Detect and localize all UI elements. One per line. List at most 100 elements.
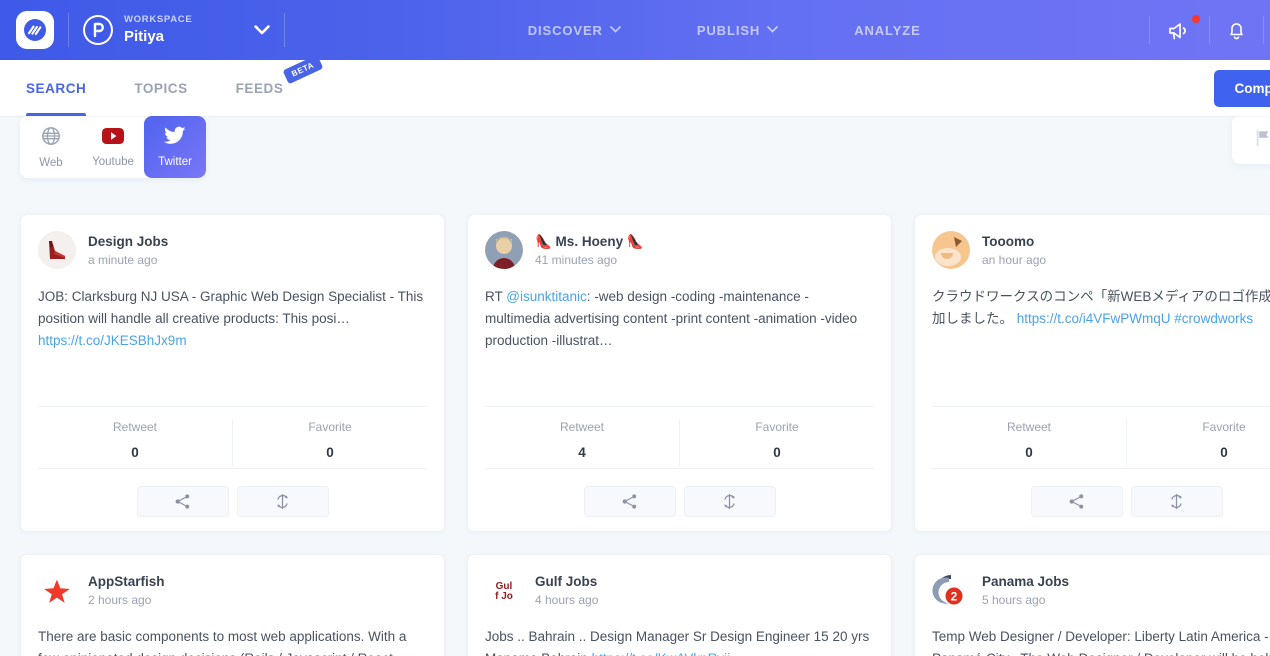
card-header: 2 Panama Jobs 5 hours ago [932, 571, 1270, 609]
source-web[interactable]: Web [20, 116, 82, 178]
stat-retweet-label: Retweet [1006, 420, 1052, 434]
stat-retweet-label: Retweet [559, 420, 605, 434]
tweet-card-grid: Design Jobs a minute ago JOB: Clarksburg… [0, 178, 1270, 656]
share-button[interactable] [136, 486, 229, 517]
stat-favorite-value: 0 [1220, 445, 1228, 460]
card-body: RT @isunktitanic: -web design -coding -m… [485, 286, 874, 406]
tweet-link[interactable]: @isunktitanic [506, 289, 587, 304]
card-timestamp: an hour ago [982, 252, 1047, 267]
tab-feeds[interactable]: FEEDS BETA [214, 54, 323, 116]
red-heel-avatar-icon [38, 231, 76, 269]
globe-icon [41, 126, 61, 151]
app-logo-icon [24, 19, 46, 41]
card-header: Design Jobs a minute ago [38, 231, 427, 269]
stat-favorite-label: Favorite [1202, 420, 1246, 434]
main-nav-links: DISCOVER PUBLISH ANALYZE [528, 23, 921, 38]
megaphone-glyph [1169, 22, 1186, 39]
starfish-avatar-icon [38, 571, 76, 609]
table-row[interactable]: Gul f Jo Gulf Jobs 4 hours ago Jobs .. B… [467, 554, 892, 656]
content-area: Web Youtube Twitter Design Jobs a minute… [0, 116, 1270, 656]
retweet-button[interactable] [236, 486, 329, 517]
workspace-selector[interactable]: WORKSPACE Pitiya [83, 14, 271, 45]
card-timestamp: a minute ago [88, 252, 158, 267]
card-author: Tooomo [982, 234, 1035, 250]
youtube-glyph [102, 127, 124, 144]
bell-icon[interactable] [1210, 20, 1263, 41]
stat-retweet-value: 0 [1025, 445, 1033, 460]
stat-favorite: Favorite 0 [679, 420, 874, 466]
tweet-link[interactable]: https://t.co/i4VFwPWmqU #crowdworks [1017, 311, 1253, 326]
flag-icon [1253, 128, 1270, 153]
nav-link-analyze[interactable]: ANALYZE [854, 23, 921, 38]
stat-favorite-value: 0 [326, 445, 334, 460]
card-body: Jobs .. Bahrain .. Design Manager Sr Des… [485, 626, 874, 656]
stat-favorite: Favorite 0 [1126, 420, 1270, 466]
card-author: Panama Jobs [982, 574, 1070, 590]
card-header: AppStarfish 2 hours ago [38, 571, 427, 609]
table-row[interactable]: AppStarfish 2 hours ago There are basic … [20, 554, 445, 656]
share-button[interactable] [583, 486, 676, 517]
share-icon [1069, 494, 1084, 509]
chevron-down-icon [609, 25, 621, 36]
tab-topics[interactable]: TOPICS [112, 60, 209, 116]
source-twitter[interactable]: Twitter [144, 116, 206, 178]
retweet-button[interactable] [683, 486, 776, 517]
avatar [932, 231, 970, 269]
stat-favorite: Favorite 0 [232, 420, 427, 466]
card-stats: Retweet 0 Favorite 0 [38, 406, 427, 466]
source-youtube[interactable]: Youtube [82, 116, 144, 178]
bell-glyph [1230, 22, 1243, 39]
stat-retweet: Retweet 0 [932, 420, 1126, 466]
card-actions [932, 468, 1270, 517]
megaphone-icon[interactable] [1150, 14, 1209, 41]
card-timestamp: 2 hours ago [88, 592, 152, 607]
retweet-icon [277, 493, 288, 510]
workspace-chevron-down-icon[interactable] [254, 25, 271, 35]
flag-panel[interactable] [1232, 116, 1270, 164]
tweet-text: RT [485, 289, 507, 304]
card-timestamp: 5 hours ago [982, 592, 1046, 607]
workspace-name: Pitiya [124, 27, 165, 45]
retweet-icon [724, 493, 735, 510]
cat-avatar-icon [932, 231, 970, 269]
share-icon [622, 494, 637, 509]
notification-dot-badge [1192, 14, 1200, 23]
share-button[interactable] [1030, 486, 1123, 517]
tweet-link[interactable]: https://t.co/KwAVkpRvii [592, 651, 731, 656]
tweet-link[interactable]: https://t.co/JKESBhJx9m [38, 333, 187, 348]
svg-text:f Jo: f Jo [495, 591, 513, 602]
stat-favorite-value: 0 [773, 445, 781, 460]
source-youtube-label: Youtube [92, 155, 134, 168]
nav-link-publish[interactable]: PUBLISH [696, 22, 779, 38]
secondary-tab-bar: SEARCH TOPICS FEEDS BETA Compose [0, 54, 1270, 116]
card-header: Gul f Jo Gulf Jobs 4 hours ago [485, 571, 874, 609]
table-row[interactable]: 2 Panama Jobs 5 hours ago Temp Web Desig… [914, 554, 1270, 656]
compose-button[interactable]: Compose [1214, 69, 1270, 107]
source-twitter-label: Twitter [158, 156, 192, 168]
nav-right-icons [1149, 14, 1270, 44]
source-filter-row: Web Youtube Twitter [0, 116, 1270, 178]
nav-divider-5 [1263, 16, 1264, 44]
twitter-bird-icon [164, 126, 186, 150]
tab-search[interactable]: SEARCH [4, 60, 108, 116]
top-navigation-bar: WORKSPACE Pitiya DISCOVER PUBLISH ANALYZ… [0, 0, 1270, 60]
table-row[interactable]: Design Jobs a minute ago JOB: Clarksburg… [20, 214, 445, 532]
source-switcher: Web Youtube Twitter [20, 116, 206, 178]
table-row[interactable]: Tooomo an hour ago クラウドワークスのコンペ「新WEBメディア… [914, 214, 1270, 532]
woman-photo-avatar-icon [485, 231, 523, 269]
table-row[interactable]: 👠 Ms. Hoeny 👠 41 minutes ago RT @isunkti… [467, 214, 892, 532]
stat-favorite-label: Favorite [755, 420, 799, 434]
card-header: Tooomo an hour ago [932, 231, 1270, 269]
stat-favorite-label: Favorite [308, 420, 352, 434]
retweet-button[interactable] [1130, 486, 1223, 517]
nav-link-discover[interactable]: DISCOVER [528, 23, 621, 38]
workspace-avatar-icon [85, 16, 111, 43]
nav-link-publish-label: PUBLISH [696, 22, 761, 38]
card-body: クラウドワークスのコンペ「新WEBメディアのロゴ作成」に参加しました。 http… [932, 286, 1270, 406]
card-body: JOB: Clarksburg NJ USA - Graphic Web Des… [38, 286, 427, 406]
app-logo[interactable] [16, 11, 54, 49]
avatar: Gul f Jo [485, 571, 523, 609]
tab-topics-label: TOPICS [134, 80, 188, 96]
card-header: 👠 Ms. Hoeny 👠 41 minutes ago [485, 231, 874, 269]
card-author: AppStarfish [88, 574, 165, 590]
